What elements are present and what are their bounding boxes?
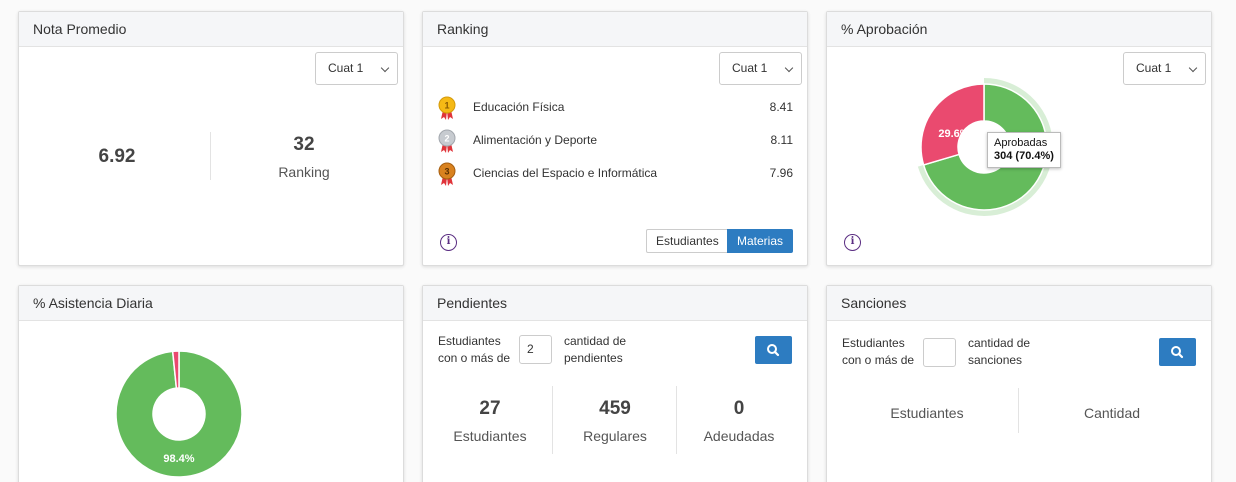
chevron-down-icon: [380, 63, 390, 73]
slice-data-label: 29.6%: [938, 128, 969, 140]
divider: [210, 132, 211, 180]
divider: [1018, 388, 1019, 433]
sanciones-card: Sanciones Estudiantes con o más de canti…: [826, 285, 1212, 482]
search-icon: [1171, 346, 1184, 359]
info-icon[interactable]: i: [440, 234, 457, 251]
filter-suffix-line2: pendientes: [564, 351, 623, 365]
filter-prefix-line1: Estudiantes: [842, 336, 905, 350]
svg-text:3: 3: [444, 167, 449, 177]
subject-name: Alimentación y Deporte: [473, 133, 598, 147]
chart-tooltip: Aprobadas 304 (70.4%): [987, 132, 1061, 168]
search-icon: [767, 344, 780, 357]
info-icon[interactable]: i: [844, 234, 861, 251]
search-button[interactable]: [1159, 338, 1196, 366]
subject-score: 7.96: [769, 166, 793, 180]
filter-prefix-line2: con o más de: [842, 353, 915, 367]
card-title: Nota Promedio: [19, 12, 403, 47]
column-quantity: Cantidad: [1083, 405, 1141, 421]
sanction-count-input[interactable]: [923, 338, 956, 367]
filter-suffix-line2: sanciones: [968, 353, 1023, 367]
slice-data-label: 98.4%: [163, 453, 194, 465]
card-title: Pendientes: [423, 286, 807, 321]
toggle-students[interactable]: Estudiantes: [646, 229, 729, 253]
subject-name: Ciencias del Espacio e Informática: [473, 166, 658, 180]
card-title: % Aprobación: [827, 12, 1211, 47]
gold-medal-icon: 1: [438, 96, 456, 120]
stat-label: Estudiantes: [453, 428, 527, 444]
silver-medal-icon: 2: [438, 129, 456, 153]
divider: [676, 386, 677, 454]
filter-suffix: cantidad de pendientes: [564, 333, 626, 367]
aprobacion-card: % Aprobación Cuat 1 29.6% Aprobadas 304 …: [826, 11, 1212, 266]
filter-suffix: cantidad de sanciones: [968, 335, 1030, 369]
stat-label: Regulares: [583, 428, 647, 444]
stat-label: Adeudadas: [703, 428, 775, 444]
stat-value: 0: [733, 398, 745, 419]
svg-text:2: 2: [444, 134, 449, 144]
card-title: Ranking: [423, 12, 807, 47]
average-grade: 6.92: [98, 146, 136, 167]
chevron-down-icon: [1188, 63, 1198, 73]
pendientes-card: Pendientes Estudiantes con o más de 2 ca…: [422, 285, 808, 482]
subject-score: 8.11: [770, 133, 793, 147]
period-select-value: Cuat 1: [1136, 61, 1172, 75]
subject-name: Educación Física: [473, 100, 565, 114]
ranking-item: 1 Educación Física 8.41: [437, 96, 793, 120]
period-select-value: Cuat 1: [328, 61, 364, 75]
ranking-value: 32: [293, 134, 315, 155]
subject-score: 8.41: [769, 100, 793, 114]
svg-text:1: 1: [444, 101, 449, 111]
card-title: Sanciones: [827, 286, 1211, 321]
stat-value: 27: [479, 398, 501, 419]
stat-value: 459: [599, 398, 631, 419]
ranking-card: Ranking Cuat 1 1 Educación Física 8.41 2…: [422, 11, 808, 266]
filter-suffix-line1: cantidad de: [968, 336, 1031, 350]
card-title: % Asistencia Diaria: [19, 286, 403, 321]
tooltip-title: Aprobadas: [994, 137, 1048, 149]
divider: [552, 386, 553, 454]
ranking-item: 3 Ciencias del Espacio e Informática 7.9…: [437, 162, 793, 186]
bronze-medal-icon: 3: [438, 162, 456, 186]
period-select[interactable]: Cuat 1: [315, 52, 398, 85]
period-select[interactable]: Cuat 1: [719, 52, 802, 85]
filter-prefix: Estudiantes con o más de: [438, 333, 510, 367]
filter-prefix-line1: Estudiantes: [438, 334, 501, 348]
tooltip-value: 304 (70.4%): [994, 150, 1054, 162]
attendance-donut-chart: 98.4%: [115, 350, 243, 478]
pending-count-input[interactable]: 2: [519, 335, 552, 364]
chevron-down-icon: [784, 63, 794, 73]
period-select[interactable]: Cuat 1: [1123, 52, 1206, 85]
search-button[interactable]: [755, 336, 792, 364]
pie-slice-desaprobadas[interactable]: [920, 83, 985, 166]
nota-promedio-card: Nota Promedio Cuat 1 6.92 32 Ranking: [18, 11, 404, 266]
period-select-value: Cuat 1: [732, 61, 768, 75]
filter-prefix-line2: con o más de: [438, 351, 511, 365]
ranking-item: 2 Alimentación y Deporte 8.11: [437, 129, 793, 153]
ranking-label: Ranking: [278, 164, 330, 180]
filter-suffix-line1: cantidad de: [564, 334, 627, 348]
asistencia-card: % Asistencia Diaria 98.4%: [18, 285, 404, 482]
column-students: Estudiantes: [890, 405, 964, 421]
toggle-subjects[interactable]: Materias: [727, 229, 794, 253]
filter-prefix: Estudiantes con o más de: [842, 335, 914, 369]
